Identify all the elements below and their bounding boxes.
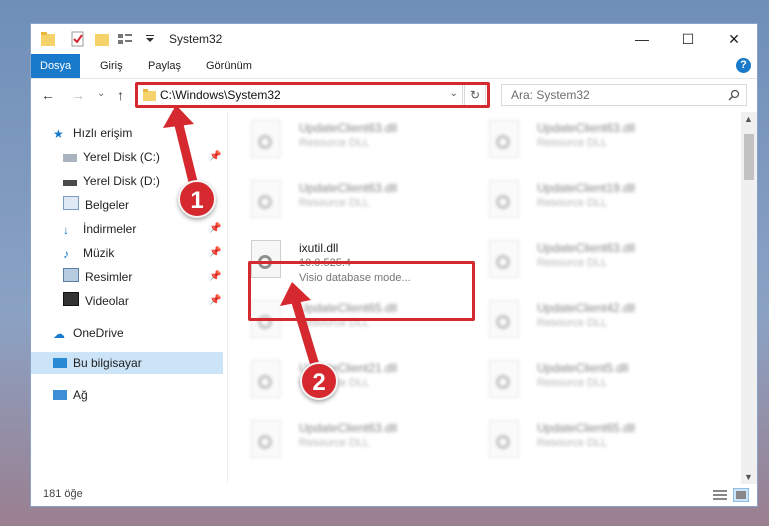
annotation-arrows xyxy=(163,105,322,377)
step-1-badge: 1 xyxy=(178,180,216,218)
step-2-badge: 2 xyxy=(300,362,338,400)
